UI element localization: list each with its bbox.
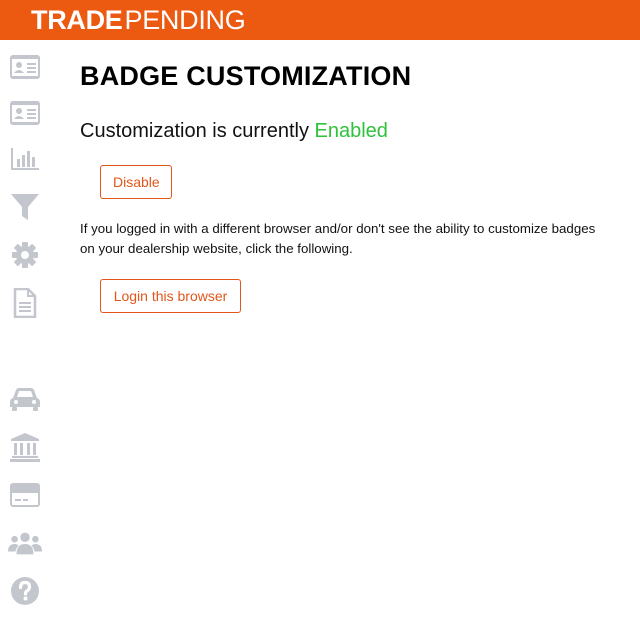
credit-card-icon — [10, 483, 40, 507]
sidebar-item-vehicles[interactable] — [8, 382, 42, 416]
sidebar-item-reports[interactable] — [8, 142, 42, 176]
users-icon — [8, 532, 42, 555]
sidebar-item-id-card-2[interactable] — [8, 96, 42, 130]
help-text: If you logged in with a different browse… — [80, 221, 596, 256]
top-bar: TRADEPENDING — [0, 0, 640, 40]
bank-icon — [10, 433, 40, 462]
sidebar-item-filter[interactable] — [8, 190, 42, 224]
logo-text-light: PENDING — [124, 5, 246, 35]
login-this-browser-button[interactable]: Login this browser — [100, 279, 241, 313]
document-icon — [13, 288, 37, 318]
sidebar-item-settings[interactable] — [8, 238, 42, 272]
car-icon — [10, 388, 40, 411]
status-prefix: Customization is currently — [80, 120, 315, 142]
customization-status: Customization is currently Enabled — [80, 119, 388, 143]
disable-button[interactable]: Disable — [100, 165, 172, 199]
sidebar-item-documents[interactable] — [8, 286, 42, 320]
help-icon — [11, 577, 39, 605]
bar-chart-icon — [11, 148, 39, 170]
id-card-icon — [10, 101, 40, 125]
sidebar — [0, 40, 50, 634]
filter-icon — [11, 194, 39, 220]
status-value: Enabled — [314, 120, 388, 142]
logo-text-bold: TRADE — [31, 5, 123, 35]
sidebar-item-bank[interactable] — [8, 430, 42, 464]
gear-icon — [12, 242, 38, 268]
sidebar-item-help[interactable] — [8, 574, 42, 608]
sidebar-item-id-card-1[interactable] — [8, 50, 42, 84]
sidebar-item-billing[interactable] — [8, 478, 42, 512]
id-card-icon — [10, 55, 40, 79]
sidebar-item-users[interactable] — [8, 526, 42, 560]
tradepending-logo[interactable]: TRADEPENDING — [31, 5, 246, 35]
page-title: BADGE CUSTOMIZATION — [80, 61, 412, 91]
